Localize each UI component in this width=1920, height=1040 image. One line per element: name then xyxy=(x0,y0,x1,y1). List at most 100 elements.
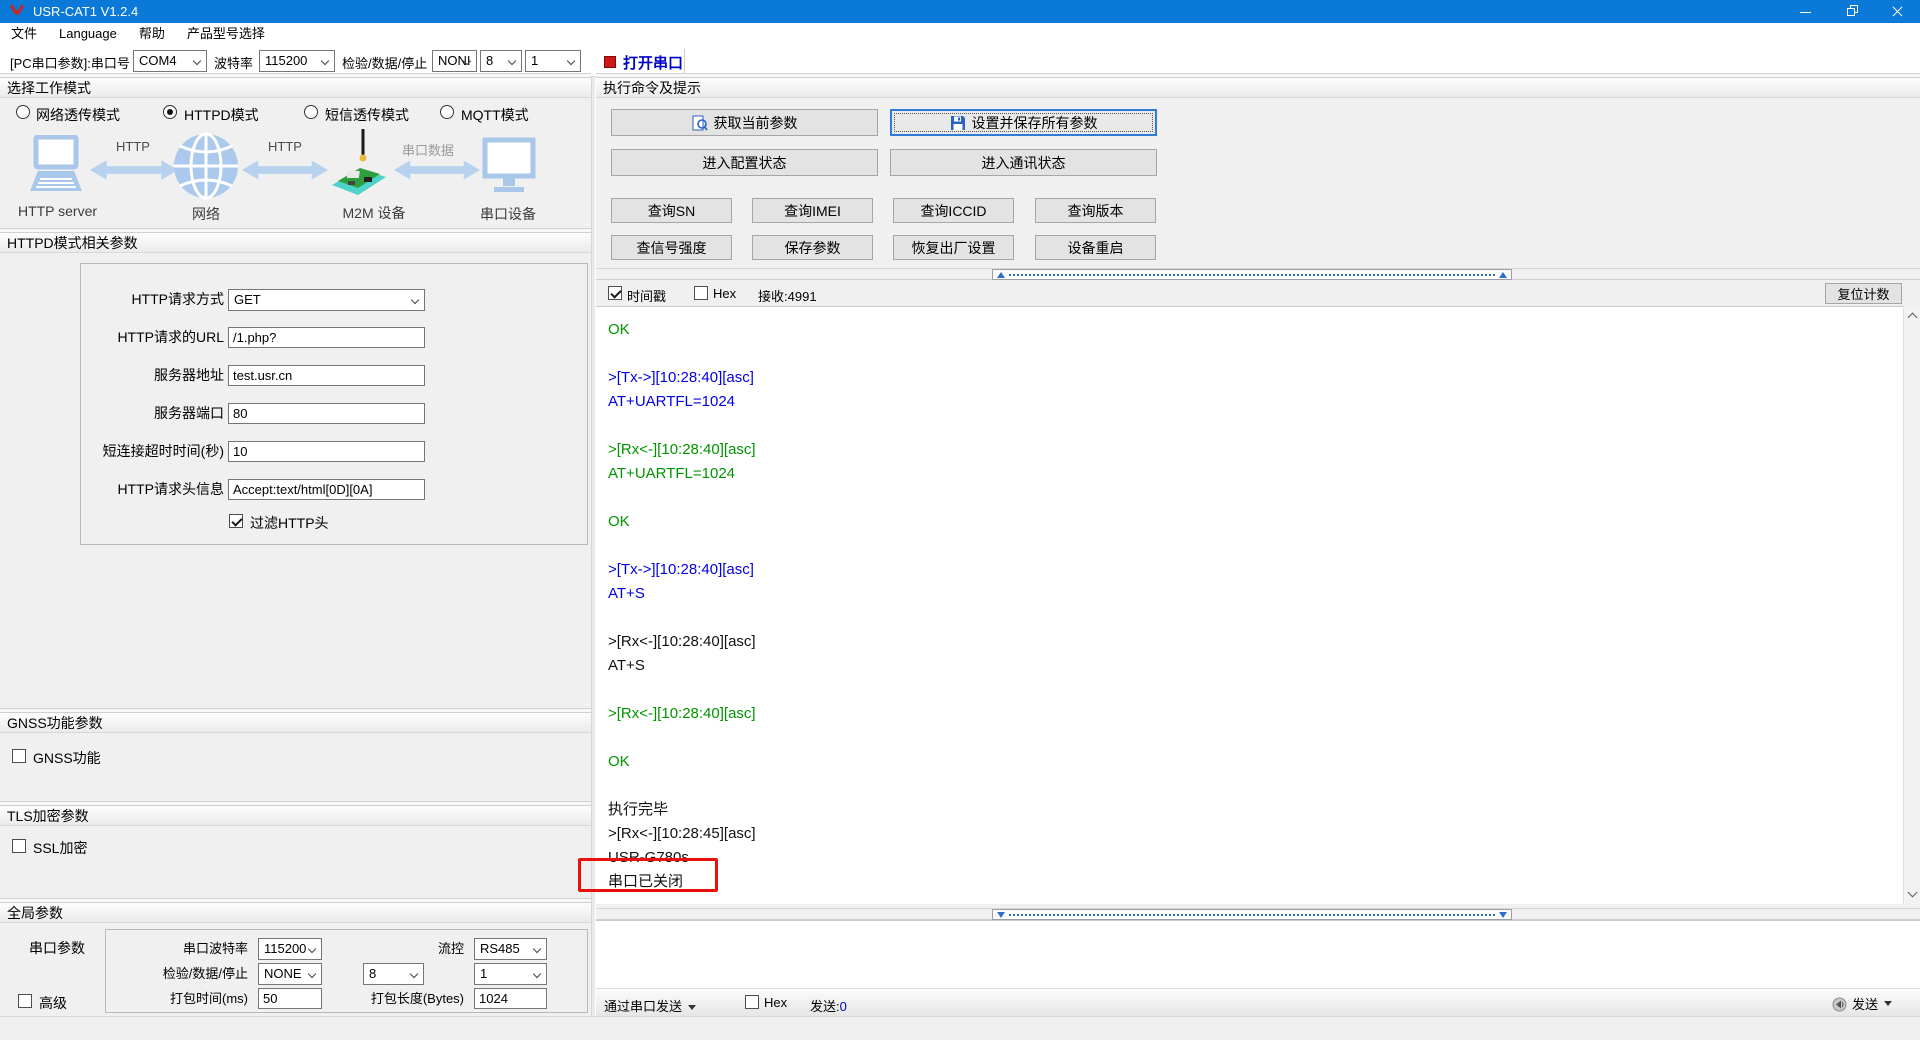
radio-mqtt-mode[interactable] xyxy=(440,105,454,119)
log-lines: OK >[Tx->][10:28:40][asc]AT+UARTFL=1024 … xyxy=(608,318,1903,894)
device-restart-button[interactable]: 设备重启 xyxy=(1035,235,1156,260)
query-imei-button[interactable]: 查询IMEI xyxy=(752,198,873,223)
m2m-device-icon xyxy=(330,127,388,201)
log-splitter-bottom[interactable] xyxy=(596,908,1920,920)
log-line: >[Rx<-][10:28:40][asc] xyxy=(608,438,1903,462)
factory-reset-button[interactable]: 恢复出厂设置 xyxy=(893,235,1014,260)
gnss-checkbox-label: GNSS功能 xyxy=(33,748,101,768)
global-databits-select[interactable]: 8 xyxy=(363,963,424,985)
http-method-select[interactable]: GET xyxy=(228,289,425,311)
node-label-http-server: HTTP server xyxy=(10,203,105,219)
radio-sms-passthrough[interactable] xyxy=(304,105,318,119)
annotation-red-box xyxy=(578,858,718,892)
log-line: >[Rx<-][10:28:45][asc] xyxy=(608,822,1903,846)
arrow-http-2 xyxy=(242,159,328,181)
arrow-http-1 xyxy=(90,159,178,181)
advanced-checkbox[interactable] xyxy=(18,994,32,1008)
log-splitter-top[interactable] xyxy=(596,268,1920,280)
dropdown-arrow-icon xyxy=(1884,1001,1892,1006)
log-output[interactable]: OK >[Tx->][10:28:40][asc]AT+UARTFL=1024 … xyxy=(596,306,1903,904)
global-stopbits-select[interactable]: 1 xyxy=(474,963,547,985)
log-line xyxy=(608,534,1903,558)
short-conn-timeout-label: 短连接超时时间(秒) xyxy=(81,441,224,462)
log-line: OK xyxy=(608,750,1903,774)
server-port-input[interactable]: 80 xyxy=(228,403,425,424)
log-line: 执行完毕 xyxy=(608,798,1903,822)
gnss-checkbox[interactable] xyxy=(12,749,26,763)
send-text-area[interactable] xyxy=(596,920,1920,988)
global-flow-label: 流控 xyxy=(406,938,464,959)
log-controls-row: 时间戳 Hex 接收:4991 复位计数 xyxy=(596,281,1920,306)
packlen-input[interactable]: 1024 xyxy=(474,988,547,1009)
log-line: AT+S xyxy=(608,654,1903,678)
send-via-serial-dropdown[interactable]: 通过串口发送 xyxy=(604,996,696,1015)
send-toolbar: 通过串口发送 Hex 发送:0 发送 xyxy=(596,988,1920,1016)
send-button[interactable]: 发送 xyxy=(1832,994,1892,1013)
timestamp-label: 时间戳 xyxy=(627,286,666,305)
scroll-down-icon[interactable] xyxy=(1908,888,1918,898)
dropdown-arrow-icon xyxy=(688,1005,696,1010)
log-line xyxy=(608,606,1903,630)
commands-section-header: 执行命令及提示 xyxy=(596,77,1920,98)
serial-params-group-label: 串口参数 xyxy=(29,938,85,958)
send-hex-checkbox[interactable] xyxy=(745,995,759,1009)
reset-counter-button[interactable]: 复位计数 xyxy=(1825,283,1902,304)
stopbits-select[interactable]: 1 xyxy=(525,50,581,72)
serial-device-monitor-icon xyxy=(482,137,536,195)
query-iccid-button[interactable]: 查询ICCID xyxy=(893,198,1014,223)
log-hex-checkbox[interactable] xyxy=(694,286,708,300)
log-hex-label: Hex xyxy=(713,286,736,301)
radio-httpd-mode[interactable] xyxy=(163,105,177,119)
menu-language[interactable]: Language xyxy=(48,23,128,45)
speaker-icon xyxy=(1832,996,1848,1012)
log-line: USR-G780s xyxy=(608,846,1903,870)
arrow-serial-data xyxy=(394,159,480,181)
packtime-input[interactable]: 50 xyxy=(258,988,322,1009)
gnss-section-header: GNSS功能参数 xyxy=(0,712,591,733)
parity-select[interactable]: NONI xyxy=(432,50,477,72)
menu-product-model[interactable]: 产品型号选择 xyxy=(176,23,276,45)
menu-file[interactable]: 文件 xyxy=(0,23,48,45)
set-save-params-button[interactable]: 设置并保存所有参数 xyxy=(890,109,1157,136)
log-scrollbar[interactable] xyxy=(1903,306,1920,904)
query-signal-button[interactable]: 查信号强度 xyxy=(611,235,732,260)
restore-button[interactable] xyxy=(1828,0,1874,23)
server-address-input[interactable]: test.usr.cn xyxy=(228,365,425,386)
serial-toolbar: [PC串口参数]:串口号 COM4 波特率 115200 检验/数据/停止 NO… xyxy=(0,45,1920,77)
tls-section-header: TLS加密参数 xyxy=(0,805,591,826)
filter-http-header-label: 过滤HTTP头 xyxy=(250,513,329,533)
save-params-button[interactable]: 保存参数 xyxy=(752,235,873,260)
http-url-input[interactable]: /1.php? xyxy=(228,327,425,348)
global-flow-select[interactable]: RS485 xyxy=(474,938,547,960)
sent-counter: 发送:0 xyxy=(810,996,847,1015)
baud-select[interactable]: 115200 xyxy=(259,50,335,72)
http-header-input[interactable]: Accept:text/html[0D][0A] xyxy=(228,479,425,500)
ssl-checkbox[interactable] xyxy=(12,839,26,853)
short-conn-timeout-input[interactable]: 10 xyxy=(228,441,425,462)
com-port-select[interactable]: COM4 xyxy=(133,50,207,72)
databits-select[interactable]: 8 xyxy=(480,50,522,72)
advanced-checkbox-label: 高级 xyxy=(39,993,67,1013)
filter-http-header-checkbox[interactable] xyxy=(229,514,243,528)
query-version-button[interactable]: 查询版本 xyxy=(1035,198,1156,223)
global-parity-select[interactable]: NONE xyxy=(258,963,322,985)
get-params-button[interactable]: 获取当前参数 xyxy=(611,109,878,136)
splitter-handle[interactable] xyxy=(992,269,1512,280)
query-sn-button[interactable]: 查询SN xyxy=(611,198,732,223)
enter-comm-state-button[interactable]: 进入通讯状态 xyxy=(890,149,1157,176)
log-line xyxy=(608,414,1903,438)
close-button[interactable] xyxy=(1874,0,1920,23)
log-line: AT+UARTFL=1024 xyxy=(608,390,1903,414)
window-title: USR-CAT1 V1.2.4 xyxy=(33,4,138,19)
global-parity-label: 检验/数据/停止 xyxy=(126,963,248,984)
timestamp-checkbox[interactable] xyxy=(608,286,622,300)
global-baud-select[interactable]: 115200 xyxy=(258,938,322,960)
radio-net-passthrough[interactable] xyxy=(16,105,30,119)
open-port-button[interactable]: 打开串口 xyxy=(604,51,683,73)
minimize-button[interactable] xyxy=(1782,0,1828,23)
baud-label: 波特率 xyxy=(214,53,253,72)
enter-config-state-button[interactable]: 进入配置状态 xyxy=(611,149,878,176)
menu-help[interactable]: 帮助 xyxy=(128,23,176,45)
scroll-up-icon[interactable] xyxy=(1908,313,1918,323)
splitter-handle[interactable] xyxy=(992,909,1512,920)
